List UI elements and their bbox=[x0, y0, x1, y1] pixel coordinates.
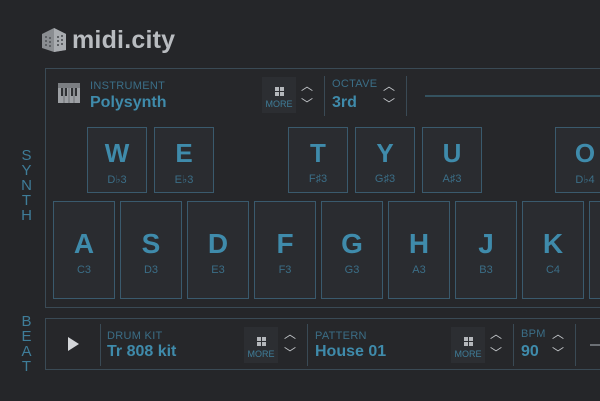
bpm-down-button[interactable]: ﹀ bbox=[550, 345, 566, 361]
synth-key-u[interactable]: U A♯3 bbox=[422, 127, 482, 193]
chevron-down-icon: ﹀ bbox=[551, 346, 564, 360]
synth-key-e[interactable]: E E♭3 bbox=[154, 127, 214, 193]
chevron-up-icon: ︿ bbox=[283, 327, 296, 341]
divider bbox=[307, 324, 308, 366]
building-logo-icon bbox=[42, 28, 66, 52]
divider bbox=[406, 76, 407, 116]
divider bbox=[575, 324, 576, 366]
synth-key-s[interactable]: S D3 bbox=[120, 201, 182, 299]
drum-kit-value[interactable]: Tr 808 kit bbox=[107, 343, 176, 361]
keyboard-icon bbox=[58, 83, 80, 103]
synth-key-l[interactable] bbox=[589, 201, 600, 299]
octave-value[interactable]: 3rd bbox=[332, 94, 357, 112]
synth-key-o[interactable]: O D♭4 bbox=[555, 127, 600, 193]
bpm-up-button[interactable]: ︿ bbox=[550, 326, 566, 342]
volume-slider[interactable] bbox=[425, 95, 600, 97]
octave-caption: OCTAVE bbox=[332, 78, 378, 90]
divider bbox=[100, 324, 101, 366]
brand-title: midi.city bbox=[72, 26, 176, 54]
grid-icon bbox=[274, 86, 284, 96]
chevron-down-icon: ﹀ bbox=[382, 97, 395, 111]
bpm-caption: BPM bbox=[521, 328, 546, 340]
grid-icon bbox=[256, 336, 266, 346]
drum-kit-more-button[interactable]: MORE bbox=[244, 327, 278, 363]
grid-icon bbox=[463, 336, 473, 346]
play-button[interactable] bbox=[48, 322, 98, 366]
divider bbox=[324, 76, 325, 116]
chevron-up-icon: ︿ bbox=[551, 327, 564, 341]
drum-kit-down-button[interactable]: ﹀ bbox=[282, 345, 298, 361]
synth-key-t[interactable]: T F♯3 bbox=[288, 127, 348, 193]
octave-down-button[interactable]: ﹀ bbox=[381, 96, 397, 112]
synth-key-w[interactable]: W D♭3 bbox=[87, 127, 147, 193]
play-icon bbox=[68, 336, 79, 351]
pattern-more-button[interactable]: MORE bbox=[451, 327, 485, 363]
instrument-up-button[interactable]: ︿ bbox=[299, 78, 315, 94]
synth-key-d[interactable]: D E3 bbox=[187, 201, 249, 299]
divider bbox=[513, 324, 514, 366]
synth-key-k[interactable]: K C4 bbox=[522, 201, 584, 299]
drum-kit-caption: DRUM KIT bbox=[107, 330, 163, 342]
instrument-caption: INSTRUMENT bbox=[90, 80, 166, 92]
beat-section-label: B E A T bbox=[21, 313, 33, 375]
pattern-caption: PATTERN bbox=[315, 330, 367, 342]
pattern-down-button[interactable]: ﹀ bbox=[488, 345, 504, 361]
chevron-up-icon: ︿ bbox=[300, 79, 313, 93]
pattern-up-button[interactable]: ︿ bbox=[488, 326, 504, 342]
chevron-down-icon: ﹀ bbox=[489, 346, 502, 360]
pattern-value[interactable]: House 01 bbox=[315, 343, 386, 361]
bpm-value[interactable]: 90 bbox=[521, 343, 539, 361]
chevron-up-icon: ︿ bbox=[382, 79, 395, 93]
synth-key-y[interactable]: Y G♯3 bbox=[355, 127, 415, 193]
synth-key-g[interactable]: G G3 bbox=[321, 201, 383, 299]
octave-up-button[interactable]: ︿ bbox=[381, 78, 397, 94]
instrument-down-button[interactable]: ﹀ bbox=[299, 96, 315, 112]
synth-key-a[interactable]: A C3 bbox=[53, 201, 115, 299]
chevron-down-icon: ﹀ bbox=[300, 97, 313, 111]
chevron-up-icon: ︿ bbox=[489, 327, 502, 341]
instrument-more-button[interactable]: MORE bbox=[262, 77, 296, 113]
drum-kit-up-button[interactable]: ︿ bbox=[282, 326, 298, 342]
volume-minus-icon[interactable] bbox=[590, 344, 600, 346]
synth-key-f[interactable]: F F3 bbox=[254, 201, 316, 299]
instrument-value[interactable]: Polysynth bbox=[90, 94, 166, 112]
synth-key-j[interactable]: J B3 bbox=[455, 201, 517, 299]
chevron-down-icon: ﹀ bbox=[283, 346, 296, 360]
synth-key-h[interactable]: H A3 bbox=[388, 201, 450, 299]
synth-section-label: S Y N T H bbox=[21, 147, 33, 224]
